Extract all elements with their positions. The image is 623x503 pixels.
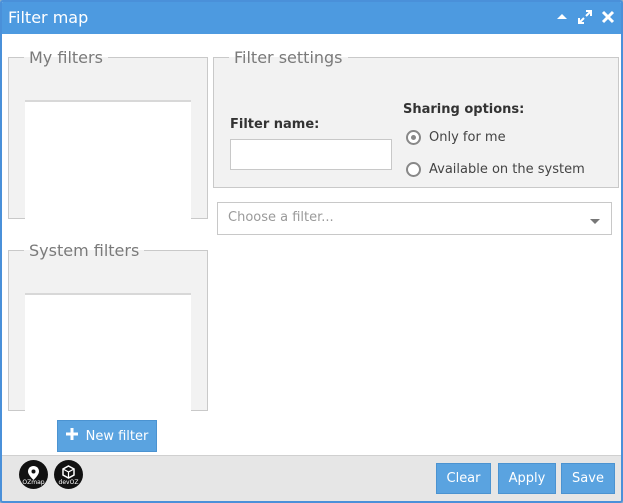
titlebar[interactable]: Filter map <box>2 2 621 34</box>
radio-only-for-me-label: Only for me <box>429 130 506 145</box>
minimize-icon[interactable] <box>555 9 569 25</box>
new-filter-button[interactable]: New filter <box>57 420 157 452</box>
window-title: Filter map <box>8 8 89 27</box>
radio-checked-icon[interactable] <box>406 130 421 145</box>
filter-name-input[interactable] <box>230 139 392 170</box>
dialog-footer: OZmap devOZ Clear Apply Save <box>2 455 621 501</box>
new-filter-label: New filter <box>85 428 149 444</box>
filter-name-label: Filter name: <box>230 117 320 132</box>
devoz-icon: devOZ <box>54 460 83 489</box>
system-filters-list[interactable] <box>25 293 191 415</box>
filter-settings-legend: Filter settings <box>234 48 343 67</box>
system-filters-legend: System filters <box>29 241 140 260</box>
filter-settings-panel: Filter settings Filter name: Sharing opt… <box>213 48 619 188</box>
my-filters-legend: My filters <box>29 48 103 67</box>
maximize-icon[interactable] <box>578 9 592 25</box>
radio-available-on-system[interactable]: Available on the system <box>406 162 585 177</box>
radio-only-for-me[interactable]: Only for me <box>406 130 506 145</box>
radio-unchecked-icon[interactable] <box>406 162 421 177</box>
devoz-logo-text: devOZ <box>58 479 79 486</box>
plus-icon <box>65 428 78 444</box>
chevron-down-icon <box>589 215 601 230</box>
sharing-options-label: Sharing options: <box>403 102 525 117</box>
choose-filter-placeholder: Choose a filter... <box>228 210 334 225</box>
radio-available-label: Available on the system <box>429 162 585 177</box>
save-button[interactable]: Save <box>561 463 615 494</box>
apply-button[interactable]: Apply <box>498 463 556 494</box>
filter-map-dialog: Filter map My filters System filters Fil… <box>0 0 623 503</box>
ozmap-icon: OZmap <box>19 460 48 489</box>
my-filters-panel: My filters <box>8 48 208 223</box>
system-filters-panel: System filters <box>8 241 208 415</box>
my-filters-list[interactable] <box>25 100 191 223</box>
ozmap-logo-text: OZmap <box>22 479 45 486</box>
window-controls <box>555 9 615 25</box>
close-icon[interactable] <box>601 9 615 25</box>
clear-button[interactable]: Clear <box>436 463 491 494</box>
choose-filter-select[interactable]: Choose a filter... <box>217 202 612 235</box>
